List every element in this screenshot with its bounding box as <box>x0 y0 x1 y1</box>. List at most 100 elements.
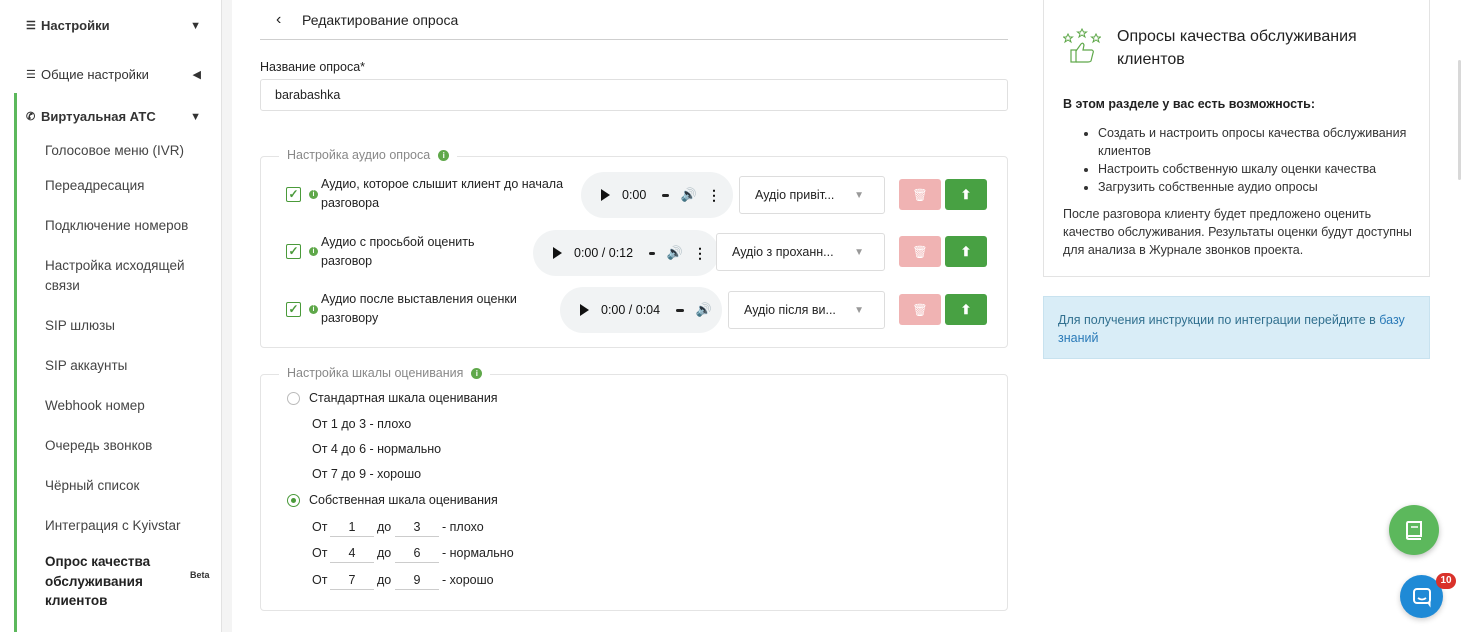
sidebar-item-sip-accounts[interactable]: SIP аккаунты <box>45 356 127 376</box>
sidebar-item-kyivstar[interactable]: Интеграция с Kyivstar <box>45 516 180 536</box>
scale-to-input[interactable] <box>395 570 439 590</box>
scale-from-input[interactable] <box>330 517 374 537</box>
sidebar-general-label: Общие настройки <box>41 67 149 82</box>
scale-section-legend: Настройка шкалы оценивания i <box>279 366 491 380</box>
audio-row-greeting: ✓ i Аудио, которое слышит клиент до нача… <box>261 172 1009 218</box>
audio-after-rating-label: Аудио после выставления оценки разговору <box>321 292 517 325</box>
sidebar-item-queue[interactable]: Очередь звонков <box>45 436 152 456</box>
scale-from-input[interactable] <box>330 543 374 563</box>
page-title: Редактирование опроса <box>302 11 459 28</box>
audio-time: 0:00 / 0:12 <box>574 246 634 260</box>
info-icon[interactable]: i <box>309 305 318 314</box>
main-content: ‹ Редактирование опроса Название опроса*… <box>232 0 1032 632</box>
audio-player[interactable]: 0:00 / 0:04 🔊 <box>560 287 722 333</box>
info-icon[interactable]: i <box>309 190 318 199</box>
sidebar-item-survey[interactable]: Опрос качества обслуживания клиентов <box>45 552 175 611</box>
scale-suffix: - хорошо <box>442 573 494 587</box>
volume-icon[interactable]: 🔊 <box>696 302 712 318</box>
from-word: От <box>312 520 328 534</box>
upload-button[interactable]: ⬆ <box>945 294 987 325</box>
audio-section-legend: Настройка аудио опроса i <box>279 148 458 162</box>
standard-scale-line: От 7 до 9 - хорошо <box>312 467 422 481</box>
radio-custom-scale[interactable] <box>287 494 300 507</box>
chevron-down-icon[interactable]: ▼ <box>190 20 201 32</box>
sidebar-general-settings[interactable]: ☰ Общие настройки <box>26 67 149 82</box>
sidebar-item-ivr[interactable]: Голосовое меню (IVR) <box>45 141 184 161</box>
custom-scale-label: Собственная шкала оценивания <box>309 493 498 507</box>
sidebar-item-numbers[interactable]: Подключение номеров <box>45 216 188 236</box>
sidebar-gap <box>222 0 232 632</box>
audio-select-greeting[interactable]: Аудіо привіт... ▼ <box>739 176 885 214</box>
upload-icon: ⬆ <box>960 243 972 259</box>
scale-suffix: - нормально <box>442 546 514 560</box>
sidebar-vats[interactable]: ✆ Виртуальная АТС <box>26 109 156 124</box>
progress-bar[interactable] <box>676 308 684 312</box>
standard-scale-label: Стандартная шкала оценивания <box>309 391 498 405</box>
sidebar-item-outgoing[interactable]: Настройка исходящей связи <box>45 256 205 296</box>
phone-icon: ✆ <box>26 110 36 123</box>
standard-scale-line: От 4 до 6 - нормально <box>312 442 442 456</box>
to-word: до <box>377 546 392 560</box>
checkbox-greeting[interactable]: ✓ <box>286 187 301 202</box>
radio-standard-scale[interactable] <box>287 392 300 405</box>
knowledge-base-button[interactable] <box>1389 505 1439 555</box>
help-subtitle: В этом разделе у вас есть возможность: <box>1063 97 1316 111</box>
play-icon[interactable] <box>601 189 610 201</box>
upload-button[interactable]: ⬆ <box>945 236 987 267</box>
delete-button[interactable]: 🗑 <box>899 179 941 210</box>
chevron-down-icon: ▼ <box>854 304 864 316</box>
info-icon[interactable]: i <box>438 149 450 161</box>
audio-select-value: Аудіо після ви... <box>744 303 836 317</box>
volume-icon[interactable]: 🔊 <box>681 187 697 203</box>
chevron-down-icon[interactable]: ▼ <box>190 111 201 123</box>
chevron-down-icon: ▼ <box>854 189 864 201</box>
volume-icon[interactable]: 🔊 <box>667 245 683 261</box>
back-arrow-icon[interactable]: ‹ <box>276 11 294 29</box>
scrollbar[interactable] <box>1458 60 1461 180</box>
checkbox-after-rating[interactable]: ✓ <box>286 302 301 317</box>
more-options-icon[interactable]: ⋮ <box>693 245 707 262</box>
sidebar-item-webhook[interactable]: Webhook номер <box>45 396 145 416</box>
audio-player[interactable]: 0:00 🔊 ⋮ <box>581 172 733 218</box>
help-bullet: Создать и настроить опросы качества обсл… <box>1098 124 1428 160</box>
help-panel: Опросы качества обслуживания клиентов В … <box>1043 0 1430 277</box>
chevron-left-icon[interactable]: ◀ <box>193 68 201 81</box>
more-options-icon[interactable]: ⋮ <box>707 187 721 204</box>
info-icon[interactable]: i <box>309 247 318 256</box>
audio-select-after-rating[interactable]: Аудіо після ви... ▼ <box>728 291 885 329</box>
audio-select-rating-request[interactable]: Аудіо з проханн... ▼ <box>716 233 885 271</box>
upload-icon: ⬆ <box>960 301 972 317</box>
sliders-icon: ☰ <box>26 68 36 81</box>
scale-to-input[interactable] <box>395 517 439 537</box>
from-word: От <box>312 573 328 587</box>
audio-select-value: Аудіо з проханн... <box>732 245 834 259</box>
scale-settings-section: Настройка шкалы оценивания i Стандартная… <box>260 366 1008 611</box>
audio-section-title: Настройка аудио опроса <box>287 148 431 162</box>
chat-icon <box>1412 587 1431 608</box>
help-title: Опросы качества обслуживания клиентов <box>1117 28 1357 68</box>
delete-button[interactable]: 🗑 <box>899 294 941 325</box>
progress-bar[interactable] <box>662 193 669 197</box>
trash-icon: 🗑 <box>912 187 928 202</box>
sidebar-settings[interactable]: ☰ Настройки <box>26 18 206 33</box>
help-bullet: Настроить собственную шкалу оценки качес… <box>1098 160 1428 178</box>
standard-scale-line: От 1 до 3 - плохо <box>312 417 412 431</box>
play-icon[interactable] <box>580 304 589 316</box>
play-icon[interactable] <box>553 247 562 259</box>
sidebar-vats-label: Виртуальная АТС <box>41 109 156 124</box>
scale-to-input[interactable] <box>395 543 439 563</box>
scale-from-input[interactable] <box>330 570 374 590</box>
checkbox-rating-request[interactable]: ✓ <box>286 244 301 259</box>
sidebar-item-sip-gateways[interactable]: SIP шлюзы <box>45 316 115 336</box>
audio-player[interactable]: 0:00 / 0:12 🔊 ⋮ <box>533 230 719 276</box>
delete-button[interactable]: 🗑 <box>899 236 941 267</box>
integration-info-text: Для получения инструкции по интеграции п… <box>1058 313 1376 327</box>
audio-greeting-label: Аудио, которое слышит клиент до начала р… <box>321 177 564 210</box>
upload-button[interactable]: ⬆ <box>945 179 987 210</box>
info-icon[interactable]: i <box>471 367 483 379</box>
survey-name-input[interactable] <box>260 79 1008 111</box>
progress-bar[interactable] <box>649 251 655 255</box>
sliders-icon: ☰ <box>26 19 36 32</box>
sidebar-item-blacklist[interactable]: Чёрный список <box>45 476 139 496</box>
sidebar-item-forwarding[interactable]: Переадресация <box>45 176 144 196</box>
